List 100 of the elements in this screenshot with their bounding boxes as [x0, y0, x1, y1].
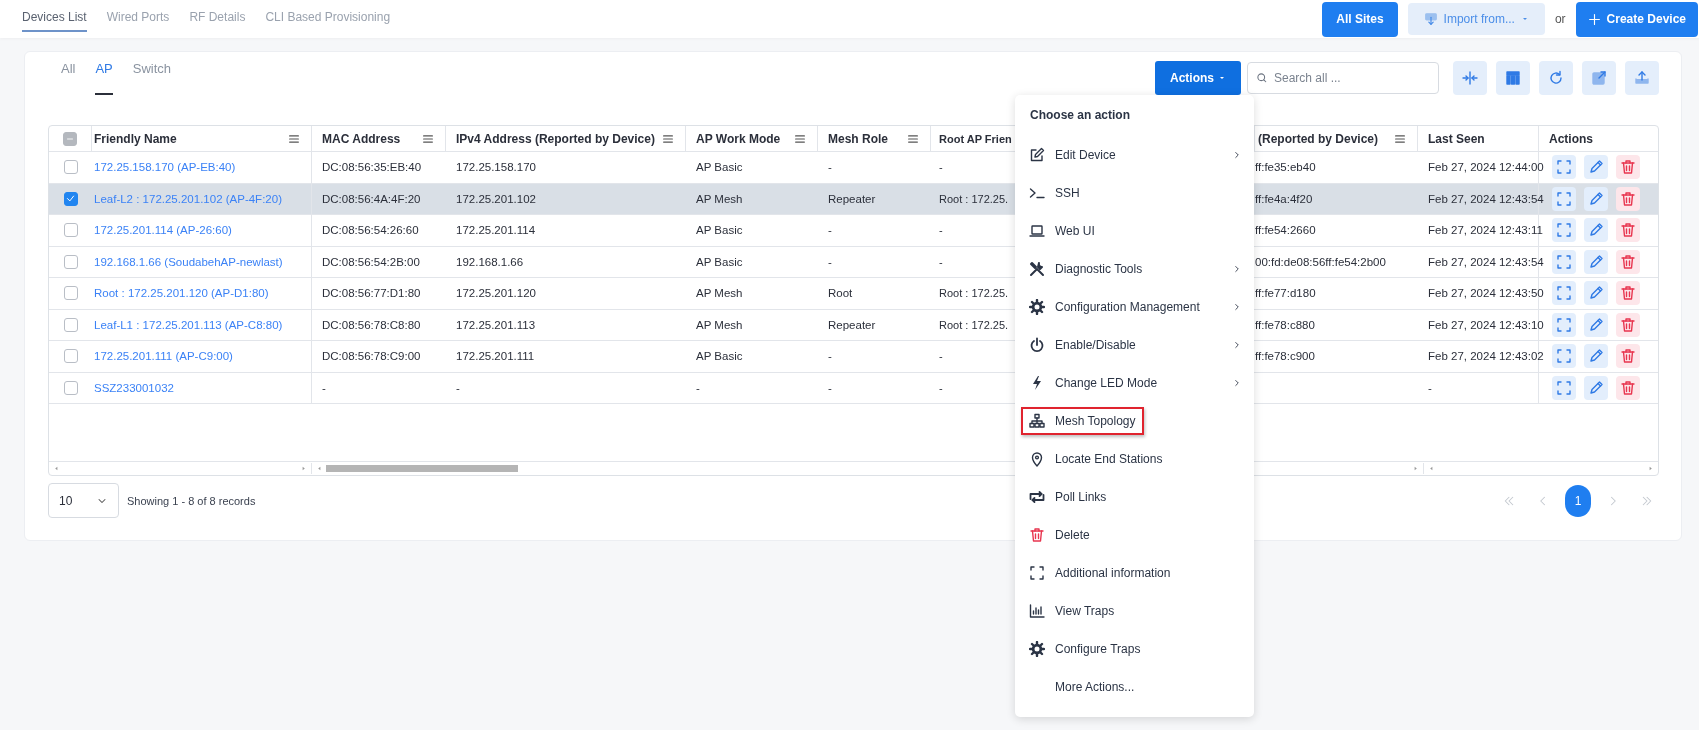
scroll-right-icon: [1412, 464, 1419, 472]
delete-button[interactable]: [1616, 155, 1640, 180]
delete-button[interactable]: [1616, 249, 1640, 274]
table-cell: -: [322, 381, 326, 394]
device-link[interactable]: Root : 172.25.201.120 (AP-D1:80): [94, 287, 269, 300]
table-cell: -: [939, 161, 943, 174]
table-cell: -: [828, 255, 832, 268]
menu-item[interactable]: Poll Links: [1015, 478, 1254, 516]
details-button[interactable]: [1552, 249, 1576, 274]
page-button[interactable]: 1: [1565, 484, 1591, 517]
table-cell: Feb 27, 2024 12:43:10: [1428, 318, 1544, 331]
row-checkbox[interactable]: [63, 254, 78, 269]
expand-corners-icon: [1029, 565, 1045, 581]
details-button[interactable]: [1552, 312, 1576, 337]
trash-icon: [1620, 348, 1636, 365]
bar-chart-icon: [1029, 603, 1045, 619]
export-button[interactable]: [1625, 61, 1659, 95]
table-cell: -: [939, 224, 943, 237]
edit-icon: [1029, 147, 1045, 163]
filter-tab[interactable]: AP: [95, 61, 113, 95]
table-cell: 00:fd:de08:56ff:fe54:2b00: [1255, 255, 1386, 268]
row-checkbox[interactable]: [63, 349, 78, 364]
details-button[interactable]: [1552, 344, 1576, 369]
nav-tab[interactable]: Devices List: [22, 0, 87, 32]
table-cell: Repeater: [828, 192, 876, 205]
pencil-icon: [1588, 253, 1604, 270]
edit-button[interactable]: [1584, 218, 1608, 243]
table-cell: AP Basic: [696, 255, 743, 268]
menu-item[interactable]: View Traps: [1015, 592, 1254, 630]
pencil-icon: [1588, 379, 1604, 396]
table-cell: 172.25.201.120: [456, 287, 536, 300]
column-header: Actions: [1549, 131, 1593, 146]
pencil-icon: [1588, 190, 1604, 207]
power-icon: [1029, 337, 1045, 353]
details-button[interactable]: [1552, 186, 1576, 211]
table-cell: ff:fe54:2660: [1255, 224, 1316, 237]
create-device-button[interactable]: Create Device: [1575, 1, 1698, 37]
actions-button[interactable]: Actions: [1155, 61, 1241, 95]
table-cell: Feb 27, 2024 12:43:54: [1428, 192, 1544, 205]
page-size-select[interactable]: 10: [48, 483, 119, 518]
edit-button[interactable]: [1584, 155, 1608, 180]
refresh-icon: [1548, 70, 1564, 86]
edit-button[interactable]: [1584, 375, 1608, 400]
edit-button[interactable]: [1584, 249, 1608, 274]
device-link[interactable]: Leaf-L1 : 172.25.201.113 (AP-C8:80): [94, 318, 283, 331]
row-checkbox[interactable]: [63, 191, 78, 206]
delete-button[interactable]: [1616, 375, 1640, 400]
menu-item[interactable]: Locate End Stations: [1015, 440, 1254, 478]
delete-button[interactable]: [1616, 312, 1640, 337]
open-external-icon: [1591, 70, 1607, 86]
table-cell: Feb 27, 2024 12:43:50: [1428, 287, 1544, 300]
details-button[interactable]: [1552, 155, 1576, 180]
column-header: Mesh Role: [828, 131, 888, 146]
expand-corners-icon: [1556, 316, 1572, 333]
row-checkbox[interactable]: [63, 286, 78, 301]
table-cell: ff:fe4a:4f20: [1255, 192, 1313, 205]
scroll-left-icon: [316, 464, 323, 472]
search-field[interactable]: Search all ...: [1247, 62, 1439, 94]
menu-item[interactable]: Delete: [1015, 516, 1254, 554]
device-link[interactable]: 192.168.1.66 (SoudabehAP-newlast): [94, 255, 283, 268]
menu-item[interactable]: Additional information: [1015, 554, 1254, 592]
details-button[interactable]: [1552, 375, 1576, 400]
table-cell: -: [939, 350, 943, 363]
device-link[interactable]: 172.25.201.111 (AP-C9:00): [94, 350, 233, 363]
delete-button[interactable]: [1616, 281, 1640, 306]
first-page-icon: [1503, 494, 1515, 507]
table-columns-icon: [1505, 70, 1521, 86]
open-button[interactable]: [1582, 61, 1616, 95]
menu-item[interactable]: Mesh Topology: [1015, 402, 1254, 440]
row-checkbox[interactable]: [63, 317, 78, 332]
trash-icon: [1620, 379, 1636, 396]
details-button[interactable]: [1552, 281, 1576, 306]
columns-button[interactable]: [1496, 61, 1530, 95]
delete-button[interactable]: [1616, 344, 1640, 369]
delete-button[interactable]: [1616, 218, 1640, 243]
table-cell: 192.168.1.66: [456, 255, 524, 268]
collapse-button[interactable]: [1453, 61, 1487, 95]
device-link[interactable]: SSZ233001032: [94, 381, 174, 394]
edit-button[interactable]: [1584, 344, 1608, 369]
select-all-checkbox[interactable]: [63, 131, 77, 146]
device-link[interactable]: 172.25.158.170 (AP-EB:40): [94, 161, 236, 174]
table-cell: Root : 172.25.: [939, 318, 1009, 331]
edit-button[interactable]: [1584, 186, 1608, 211]
table-cell: 172.25.158.170: [456, 161, 536, 174]
menu-item[interactable]: More Actions...: [1015, 668, 1254, 706]
table-cell: 172.25.201.113: [456, 318, 536, 331]
delete-button[interactable]: [1616, 186, 1640, 211]
device-link[interactable]: 172.25.201.114 (AP-26:60): [94, 224, 232, 237]
table-cell: -: [456, 381, 460, 394]
last-page-icon: [1641, 494, 1653, 507]
edit-button[interactable]: [1584, 281, 1608, 306]
menu-item[interactable]: Configure Traps: [1015, 630, 1254, 668]
table-cell: 172.25.201.111: [456, 350, 535, 363]
refresh-button[interactable]: [1539, 61, 1573, 95]
sites-button[interactable]: All Sites: [1322, 1, 1398, 37]
edit-button[interactable]: [1584, 312, 1608, 337]
row-checkbox[interactable]: [63, 380, 78, 395]
details-button[interactable]: [1552, 218, 1576, 243]
row-checkbox[interactable]: [63, 160, 78, 175]
row-checkbox[interactable]: [63, 223, 78, 238]
